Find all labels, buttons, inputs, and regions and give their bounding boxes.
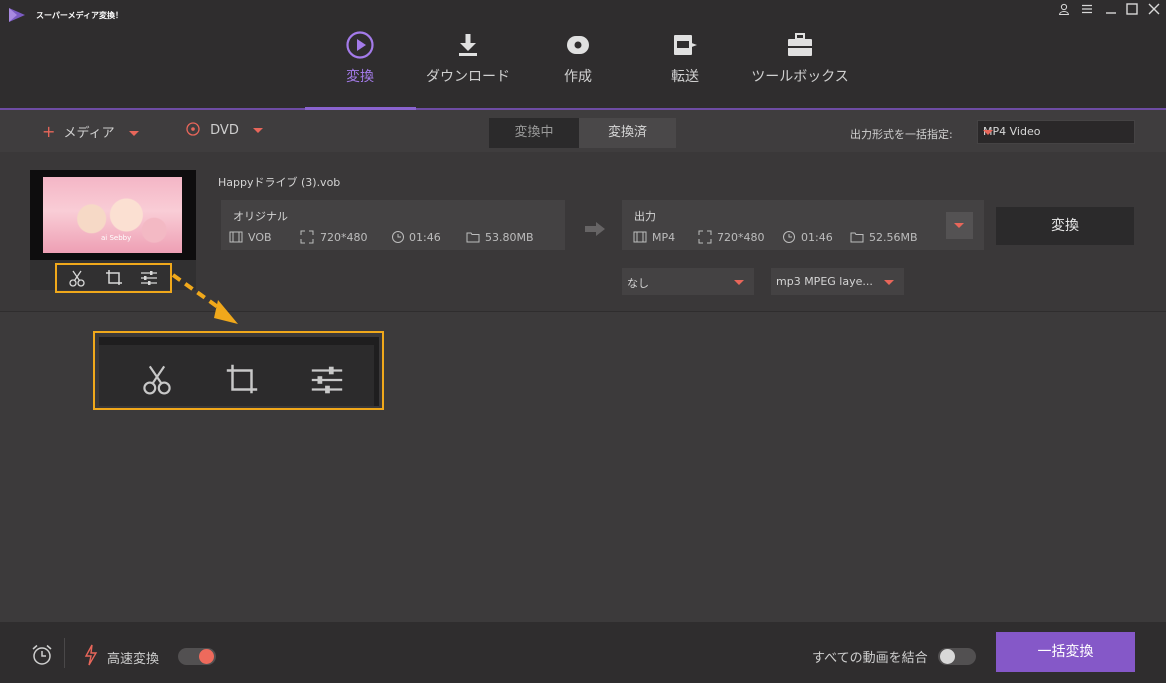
convert-button[interactable]: 変換	[996, 207, 1134, 245]
dvd-button[interactable]: DVD	[186, 122, 263, 138]
subtitle-select[interactable]: なし	[622, 268, 754, 295]
output-resolution: 720*480	[717, 231, 765, 244]
crop-icon	[226, 364, 258, 394]
folder-icon	[850, 232, 864, 243]
trim-scissors-icon	[143, 365, 171, 395]
film-icon	[633, 231, 647, 243]
batch-convert-button[interactable]: 一括変換	[996, 632, 1135, 672]
menu-icon[interactable]	[1077, 3, 1097, 21]
plus-icon: +	[42, 122, 56, 141]
effects-sliders-icon	[311, 366, 343, 394]
chevron-down-icon	[983, 130, 993, 135]
effects-sliders-icon[interactable]	[139, 268, 159, 288]
output-size: 52.56MB	[869, 231, 918, 244]
output-format: MP4	[652, 231, 676, 244]
zoom-tool-strip	[99, 337, 379, 406]
video-thumbnail[interactable]: ai Sebby	[30, 170, 196, 260]
toggle-knob	[199, 649, 214, 664]
separator	[64, 638, 65, 668]
toolbox-icon	[788, 33, 812, 56]
minimize-icon[interactable]	[1101, 3, 1121, 21]
original-title: オリジナル	[233, 210, 288, 223]
fast-convert-toggle[interactable]	[178, 648, 216, 665]
download-icon	[459, 34, 477, 56]
close-icon[interactable]	[1144, 3, 1164, 21]
disc-icon	[567, 36, 589, 54]
add-media-label: メディア	[63, 126, 115, 141]
thumbnail-image: ai Sebby	[43, 177, 182, 253]
chevron-down-icon	[128, 131, 139, 136]
audio-select[interactable]: mp3 MPEG laye...	[771, 268, 904, 295]
original-size: 53.80MB	[485, 231, 534, 244]
edit-tools-zoom-callout	[93, 331, 384, 410]
resolution-icon	[300, 230, 314, 244]
trim-scissors-icon[interactable]	[67, 268, 87, 288]
chevron-down-icon	[252, 128, 263, 133]
merge-all-label: すべての動画を結合	[812, 651, 928, 666]
resolution-icon	[698, 230, 712, 244]
clock-icon	[783, 231, 795, 243]
nav-convert-label: 変換	[346, 69, 374, 85]
chevron-down-icon	[884, 280, 894, 285]
bottom-bar: 高速変換 すべての動画を結合 一括変換	[0, 622, 1166, 683]
merge-all-toggle[interactable]	[938, 648, 976, 665]
zoom-edge	[374, 337, 379, 406]
chevron-down-icon	[734, 280, 744, 285]
callout-arrow	[171, 273, 238, 324]
original-duration: 01:46	[409, 231, 441, 244]
convert-icon	[346, 31, 374, 59]
fast-convert-label: 高速変換	[107, 652, 160, 667]
add-media-button[interactable]: + メディア	[42, 122, 139, 141]
nav-transfer-label: 転送	[671, 69, 699, 85]
nav-transfer[interactable]: 転送	[635, 30, 735, 90]
nav-create[interactable]: 作成	[528, 30, 628, 90]
nav-download-label: ダウンロード	[426, 69, 510, 85]
output-format-label: 出力形式を一括指定:	[850, 128, 953, 141]
app-logo-icon	[9, 8, 25, 22]
lightning-icon	[84, 644, 98, 666]
arrow-right-icon	[585, 222, 605, 236]
output-title: 出力	[634, 210, 656, 223]
output-info: 出力 MP4 720*480 01:46 52.56MB	[622, 200, 984, 250]
alarm-clock-icon[interactable]	[31, 644, 53, 666]
tab-converting[interactable]: 変換中	[489, 118, 579, 148]
original-info: オリジナル VOB 720*480 01:46 53.80MB	[221, 200, 565, 250]
file-name: Happyドライブ (3).vob	[218, 176, 341, 189]
film-icon	[229, 231, 243, 243]
nav-toolbox-label: ツールボックス	[751, 69, 849, 85]
clock-icon	[392, 231, 404, 243]
toggle-knob	[940, 649, 955, 664]
original-format: VOB	[248, 231, 272, 244]
app-title: スーパーメディア変換！	[36, 11, 124, 20]
thumbnail-caption: ai Sebby	[101, 234, 132, 242]
top-bar: スーパーメディア変換！ 変換 ダウンロード 作成 転送 ツールボックス	[0, 0, 1166, 110]
nav-download[interactable]: ダウンロード	[418, 30, 518, 90]
nav-create-label: 作成	[564, 69, 592, 85]
crop-icon[interactable]	[104, 268, 124, 288]
nav-toolbox[interactable]: ツールボックス	[747, 30, 853, 90]
dvd-label: DVD	[210, 123, 239, 138]
transfer-icon	[674, 35, 697, 55]
output-settings-dropdown[interactable]	[946, 212, 973, 239]
chevron-down-icon	[954, 223, 964, 228]
user-icon[interactable]	[1054, 3, 1074, 21]
original-resolution: 720*480	[320, 231, 368, 244]
dvd-icon	[186, 122, 200, 136]
folder-icon	[466, 232, 480, 243]
maximize-icon[interactable]	[1122, 3, 1142, 21]
output-format-select[interactable]: MP4 Video	[977, 120, 1135, 144]
nav-convert[interactable]: 変換	[310, 30, 410, 90]
tab-converted[interactable]: 変換済	[579, 118, 676, 148]
subtitle-select-value: なし	[627, 277, 649, 290]
output-duration: 01:46	[801, 231, 833, 244]
audio-select-value: mp3 MPEG laye...	[776, 275, 873, 288]
